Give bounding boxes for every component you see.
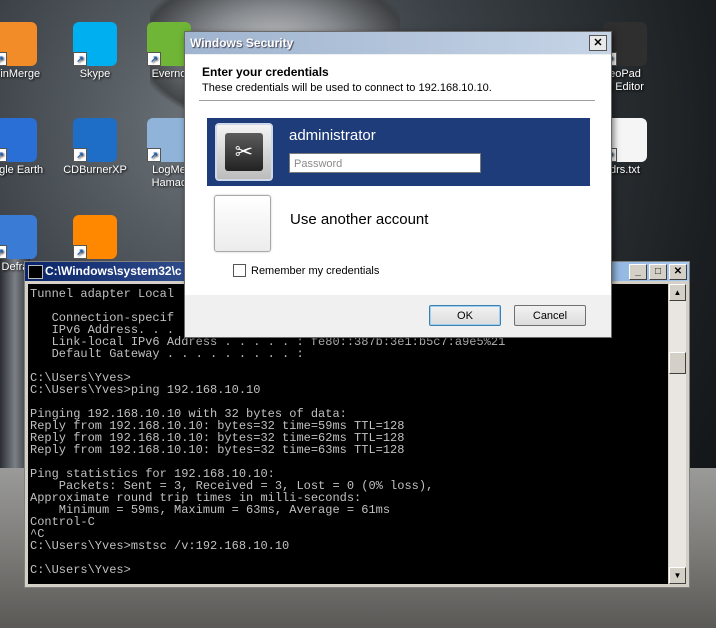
vlc-icon: ↗ bbox=[73, 215, 117, 259]
cmd-scrollbar[interactable]: ▲ ▼ bbox=[669, 284, 686, 584]
cmd-line: C:\Users\Yves> bbox=[30, 563, 131, 577]
desktop-icon-skype[interactable]: ↗ Skype bbox=[58, 22, 132, 81]
cdburnerxp-icon: ↗ bbox=[73, 118, 117, 162]
minimize-button[interactable]: _ bbox=[629, 264, 647, 280]
account-username: administrator bbox=[289, 127, 376, 144]
close-button[interactable]: ✕ bbox=[669, 264, 687, 280]
dialog-content: ✂ administrator Use another account Reme… bbox=[185, 102, 611, 295]
remember-credentials[interactable]: Remember my credentials bbox=[233, 264, 379, 277]
scroll-thumb[interactable] bbox=[669, 352, 686, 374]
desktop-icon-vlc[interactable]: ↗ bbox=[58, 215, 132, 261]
shortcut-arrow-icon: ↗ bbox=[0, 245, 7, 259]
google-earth-icon: ↗ bbox=[0, 118, 37, 162]
desktop-icon-google-earth[interactable]: ↗ oogle Earth bbox=[0, 118, 52, 177]
other-account-tile[interactable] bbox=[214, 195, 271, 252]
cmd-title: C:\Windows\system32\c bbox=[45, 264, 182, 278]
shortcut-arrow-icon: ↗ bbox=[73, 245, 87, 259]
defrag-icon: ↗ bbox=[0, 215, 37, 259]
remember-label[interactable]: Remember my credentials bbox=[251, 265, 379, 277]
desktop-icon-label: Skype bbox=[79, 68, 111, 80]
shortcut-arrow-icon: ↗ bbox=[147, 52, 161, 66]
password-input[interactable] bbox=[290, 155, 488, 173]
shortcut-arrow-icon: ↗ bbox=[0, 52, 7, 66]
desktop-icon-label: CDBurnerXP bbox=[63, 164, 127, 176]
tools-icon: ✂ bbox=[225, 133, 263, 171]
maximize-button[interactable]: □ bbox=[649, 264, 667, 280]
skype-icon: ↗ bbox=[73, 22, 117, 66]
credentials-dialog: Windows Security ✕ Enter your credential… bbox=[184, 31, 612, 338]
scroll-down-arrow-icon[interactable]: ▼ bbox=[669, 567, 686, 584]
cmd-app-icon bbox=[28, 265, 43, 279]
user-avatar: ✂ bbox=[215, 123, 273, 181]
remember-checkbox[interactable] bbox=[233, 264, 246, 277]
dialog-heading: Enter your credentials bbox=[202, 65, 329, 79]
dialog-footer: OK Cancel bbox=[185, 295, 611, 337]
cmd-line: C:\Users\Yves>ping 192.168.10.10 bbox=[30, 383, 261, 397]
cmd-line: Control-C bbox=[30, 515, 95, 529]
cmd-line: Reply from 192.168.10.10: bytes=32 time=… bbox=[30, 443, 405, 457]
dialog-subtitle: These credentials will be used to connec… bbox=[202, 82, 492, 94]
cancel-button[interactable]: Cancel bbox=[514, 305, 586, 326]
desktop-icon-winmerge[interactable]: ↗ WinMerge bbox=[0, 22, 52, 81]
desktop-icon-cdburnerxp[interactable]: ↗ CDBurnerXP bbox=[58, 118, 132, 177]
desktop-icon-label: oogle Earth bbox=[0, 164, 44, 176]
ok-button[interactable]: OK bbox=[429, 305, 501, 326]
dialog-separator bbox=[199, 100, 595, 101]
account-tile-administrator[interactable]: ✂ administrator bbox=[207, 118, 590, 186]
shortcut-arrow-icon: ↗ bbox=[73, 52, 87, 66]
shortcut-arrow-icon: ↗ bbox=[73, 148, 87, 162]
dialog-title: Windows Security bbox=[190, 36, 294, 50]
scroll-up-arrow-icon[interactable]: ▲ bbox=[669, 284, 686, 301]
cmd-line: C:\Users\Yves>mstsc /v:192.168.10.10 bbox=[30, 539, 290, 553]
desktop-icon-label: WinMerge bbox=[0, 68, 41, 80]
dialog-titlebar[interactable]: Windows Security ✕ bbox=[185, 32, 611, 54]
dialog-header: Enter your credentials These credentials… bbox=[185, 55, 611, 102]
password-field-wrapper bbox=[289, 153, 488, 173]
other-account-label[interactable]: Use another account bbox=[290, 211, 428, 228]
cmd-line: Default Gateway . . . . . . . . . : bbox=[30, 347, 304, 361]
winmerge-icon: ↗ bbox=[0, 22, 37, 66]
shortcut-arrow-icon: ↗ bbox=[0, 148, 7, 162]
cmd-line: Minimum = 59ms, Maximum = 63ms, Average … bbox=[30, 503, 391, 517]
dialog-close-button[interactable]: ✕ bbox=[589, 35, 607, 51]
shortcut-arrow-icon: ↗ bbox=[147, 148, 161, 162]
